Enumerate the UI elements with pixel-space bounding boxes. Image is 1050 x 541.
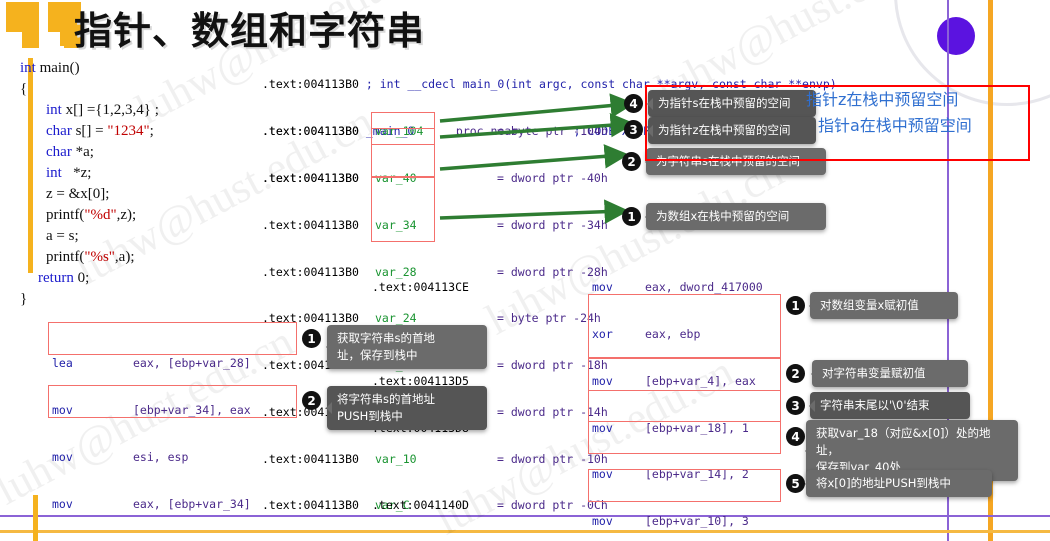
asm-mnemonic: xor [592,326,613,341]
asm-mnemonic: lea [52,356,73,371]
c-text: *z; [61,165,92,181]
asm-mnemonic: mov [592,280,613,295]
tooltip-null-terminator: 字符串末尾以'\0'结束 [809,392,970,419]
c-text: z = &x[0]; [46,186,110,202]
c-text: printf( [46,249,85,265]
c-text: { [20,81,28,97]
c-text: a = s; [46,228,79,244]
slide-canvas: luhw@hust.edu.cn luhw@hust.edu.cn luhw@h… [0,0,1050,541]
c-text: ,a); [114,249,135,265]
tooltip-get-string-address: 获取字符串s的首地 址，保存到栈中 [326,325,487,369]
asm-mnemonic: mov [592,467,613,482]
asm-operand: eax, ebp [645,326,701,341]
asm-instruction: mov [592,280,620,296]
bullet-marker-1: 1 [302,329,321,348]
c-source-line: } [20,289,260,310]
stack-var-name: var_40 [375,170,417,185]
asm-operand: [ebp+var_34], eax [133,402,251,417]
title-accent-bar [60,8,68,46]
blue-note-pointer-a: 指针a在栈中预留空间 [818,116,972,135]
c-keyword: int [20,60,36,76]
c-source-line: int main() [20,58,260,79]
tooltip-string-s-space: 为字符串s在栈中预留的空间 [645,148,826,175]
c-string-literal: "%s" [84,249,115,265]
asm-address: .text:004113B0 [262,264,359,279]
stack-var-def: = dword ptr -40h [497,170,608,185]
c-source-line: int *z; [20,163,260,184]
c-source-line: char *a; [20,142,260,163]
c-text: ,z); [116,207,137,223]
asm-operand: eax, [ebp+var_34] [133,496,251,511]
asm-mnemonic: mov [52,402,73,417]
mid-instruction-column: mov xor mov mov mov mov mov mov mov mov … [592,249,620,541]
c-text: printf( [46,207,85,223]
bullet-marker-2: 2 [302,391,321,410]
c-text: s[] = [71,123,108,139]
c-source-line: return 0; [20,268,260,289]
asm-operand: eax, [ebp+var_28] [133,356,251,371]
asm-mnemonic: mov [52,449,73,464]
decorative-left-edge-bar [33,495,38,541]
blue-note-pointer-z: 指针z在栈中预留空间 [806,90,959,109]
stack-var-def: = dword ptr -34h [497,217,608,232]
asm-mnemonic: mov [592,373,613,388]
bullet-marker-4: 4 [786,427,805,446]
asm-address: .text:0041140D [372,498,469,513]
tooltip-pointer-s-space: 为指针s在栈中预留的空间 [647,90,816,117]
bullet-marker-2: 2 [786,364,805,383]
bottom-address-column: .text:0041140D .text:00411410 .text:0041… [372,467,469,541]
c-text: main() [35,60,80,76]
c-text: 0; [73,270,90,286]
asm-address: .text:004113CE [372,280,469,295]
decorative-circle [937,17,975,55]
c-string-literal: "1234" [107,123,150,139]
stack-var-name: var_104 [375,124,424,139]
tooltip-push-address: 将x[0]的地址PUSH到栈中 [805,470,992,497]
asm-address: .text:004113B0 [262,170,359,185]
tooltip-array-x-space: 为数组x在栈中预留的空间 [645,203,826,230]
tooltip-string-init: 对字符串变量赋初值 [811,360,968,387]
c-text: x[] ={1,2,3,4} ; [61,102,159,118]
asm-mnemonic: mov [592,514,613,529]
stack-var-def: = byte ptr -104h [497,124,608,139]
c-source-line: int x[] ={1,2,3,4} ; [20,100,260,121]
stack-var-name: var_34 [375,217,417,232]
c-source-line: a = s; [20,226,260,247]
c-keyword: int [46,165,62,181]
asm-instruction: xor [592,327,620,343]
asm-address: .text:004113B0 [262,217,359,232]
asm-instruction: mov [592,514,620,530]
asm-operand: eax, dword_417000 [645,280,763,295]
asm-instruction: mov [592,467,620,483]
c-text: } [20,291,28,307]
c-source-panel: int main() { int x[] ={1,2,3,4} ; char s… [20,58,260,310]
asm-instruction: mov [592,421,620,437]
c-keyword: char [46,123,72,139]
c-text: ; [149,123,154,139]
left-asm-operand-column: eax, [ebp+var_28] [ebp+var_34], eax esi,… [133,325,278,541]
c-source-line: char s[] = "1234"; [20,121,260,142]
asm-mnemonic: mov [52,496,73,511]
c-source-line: printf("%d",z); [20,205,260,226]
asm-operand: [ebp+var_10], 3 [645,514,749,529]
c-source-line: printf("%s",a); [20,247,260,268]
tooltip-push-string-address: 将字符串s的首地址 PUSH到栈中 [326,386,487,430]
asm-operand: esi, esp [133,449,189,464]
tooltip-array-init: 对数组变量x赋初值 [809,292,958,319]
tooltip-pointer-z-space: 为指针z在栈中预留的空间 [647,117,816,144]
c-text: *a; [71,144,94,160]
left-asm-mnemonic-column: lea mov mov mov push push call [52,325,80,541]
c-keyword: char [46,144,72,160]
asm-mnemonic: mov [592,420,613,435]
asm-address: .text:004113B0 [262,77,359,92]
c-source-line: { [20,79,260,100]
asm-address: .text:004113B0 [262,124,359,139]
c-keyword: return [38,270,74,286]
mid-operand-column: eax, dword_417000 eax, ebp [ebp+var_4], … [645,249,811,541]
asm-instruction: mov [592,374,620,390]
c-string-literal: "%d" [84,207,117,223]
c-source-line: z = &x[0]; [20,184,260,205]
c-keyword: int [46,102,62,118]
